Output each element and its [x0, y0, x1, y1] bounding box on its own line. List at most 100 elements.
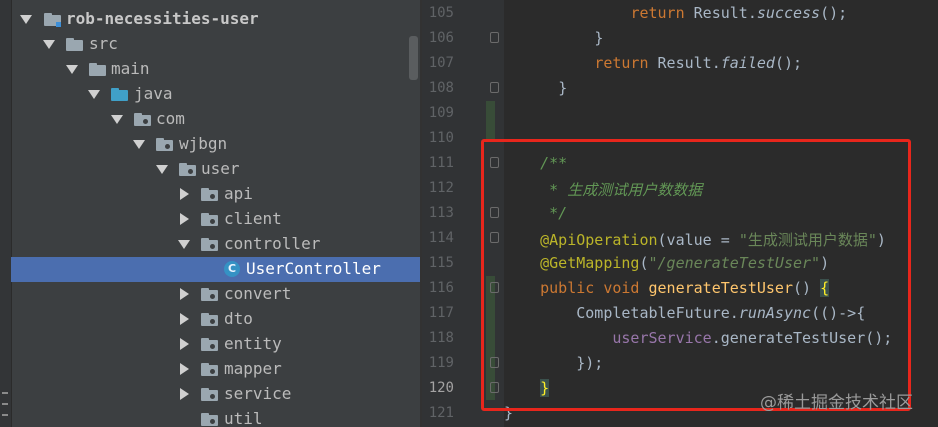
- fold-marker-icon[interactable]: [490, 82, 499, 93]
- tree-item-label: rob-necessities-user: [66, 9, 259, 28]
- tree-item-label: convert: [224, 284, 292, 303]
- tree-item-service[interactable]: service: [11, 382, 420, 407]
- tree-item-label: api: [224, 184, 253, 203]
- tree-item-entity[interactable]: entity: [11, 332, 420, 357]
- tree-item-user[interactable]: user: [11, 157, 420, 182]
- package-icon: [201, 238, 218, 251]
- code-text: ();: [774, 54, 803, 72]
- tree-item-label: client: [224, 209, 282, 228]
- tree-item-label: util: [224, 409, 263, 427]
- line-number: 121: [428, 405, 454, 421]
- tree-item-label: java: [134, 84, 173, 103]
- code-text: }: [558, 79, 568, 97]
- line-number: 118: [428, 330, 454, 346]
- code-line-105: return Result.success();: [504, 4, 847, 22]
- chevron-right-icon[interactable]: [180, 288, 189, 300]
- code-text: Result.: [648, 54, 721, 72]
- class-icon: C: [224, 261, 240, 277]
- line-number: 108: [428, 80, 454, 96]
- project-tree-panel: rob-necessities-user src main java com w…: [0, 0, 420, 427]
- chevron-right-icon[interactable]: [180, 213, 189, 225]
- package-icon: [201, 363, 218, 376]
- chevron-down-icon[interactable]: [88, 90, 100, 99]
- code-line-106: }: [504, 29, 603, 47]
- code-line-108: }: [504, 79, 567, 97]
- tree-item-java[interactable]: java: [11, 82, 420, 107]
- package-icon: [201, 338, 218, 351]
- tree-item-label: main: [111, 59, 150, 78]
- chevron-right-icon[interactable]: [180, 188, 189, 200]
- chevron-down-icon[interactable]: [20, 15, 32, 24]
- chevron-right-icon[interactable]: [180, 338, 189, 350]
- line-number: 112: [428, 180, 454, 196]
- line-number: 119: [428, 355, 454, 371]
- line-number: 110: [428, 130, 454, 146]
- tree-item-src[interactable]: src: [11, 32, 420, 57]
- chevron-down-icon[interactable]: [156, 165, 168, 174]
- tree-item-label: UserController: [246, 259, 381, 278]
- tree-item-label: wjbgn: [179, 134, 228, 153]
- fold-marker-icon[interactable]: [490, 32, 499, 43]
- tree-item-mapper[interactable]: mapper: [11, 357, 420, 382]
- folder-icon: [66, 38, 83, 51]
- keyword: return: [594, 54, 649, 72]
- vcs-change-marker[interactable]: [486, 101, 495, 139]
- tree-item-api[interactable]: api: [11, 182, 420, 207]
- package-icon: [201, 388, 218, 401]
- line-number: 113: [428, 205, 454, 221]
- tree-item-dto[interactable]: dto: [11, 307, 420, 332]
- method-name: success: [756, 4, 821, 22]
- package-icon: [201, 188, 218, 201]
- tree-item-label: user: [201, 159, 240, 178]
- strip-mark: [2, 414, 8, 416]
- tree-item-label: src: [89, 34, 118, 53]
- tree-item-rob-necessities-user[interactable]: rob-necessities-user: [11, 7, 420, 32]
- tree-item-wjbgn[interactable]: wjbgn: [11, 132, 420, 157]
- chevron-down-icon[interactable]: [178, 240, 190, 249]
- tree-item-controller[interactable]: controller: [11, 232, 420, 257]
- line-number: 117: [428, 305, 454, 321]
- tree-item-client[interactable]: client: [11, 207, 420, 232]
- highlight-box: [481, 139, 911, 411]
- tree-item-convert[interactable]: convert: [11, 282, 420, 307]
- line-number: 120: [428, 380, 454, 396]
- code-text: Result.: [684, 4, 757, 22]
- line-number: 115: [428, 255, 454, 271]
- tree-item-label: mapper: [224, 359, 282, 378]
- line-number: 109: [428, 105, 454, 121]
- folder-icon: [89, 63, 106, 76]
- chevron-right-icon[interactable]: [180, 388, 189, 400]
- package-icon: [201, 313, 218, 326]
- tree-item-usercontroller[interactable]: C UserController: [11, 257, 420, 282]
- watermark: @稀土掘金技术社区: [760, 393, 913, 413]
- line-number: 107: [428, 55, 454, 71]
- chevron-down-icon[interactable]: [43, 40, 55, 49]
- tree-scrollbar-thumb[interactable]: [409, 36, 418, 80]
- tree-item-label: controller: [224, 234, 321, 253]
- chevron-down-icon[interactable]: [66, 65, 78, 74]
- module-marker-icon: [56, 22, 61, 27]
- chevron-down-icon[interactable]: [111, 115, 123, 124]
- source-folder-icon: [111, 88, 128, 101]
- tree-item-label: com: [156, 109, 185, 128]
- chevron-right-icon[interactable]: [180, 363, 189, 375]
- code-text: }: [594, 29, 604, 47]
- code-text: ();: [820, 4, 848, 22]
- tree-item-main[interactable]: main: [11, 57, 420, 82]
- line-number: 111: [428, 155, 454, 171]
- tree-item-com[interactable]: com: [11, 107, 420, 132]
- tree-item-label: dto: [224, 309, 253, 328]
- ide-window: rob-necessities-user src main java com w…: [0, 0, 938, 427]
- tree-item-util[interactable]: util: [11, 407, 420, 427]
- strip-mark: [2, 403, 8, 405]
- method-name: failed: [720, 54, 775, 72]
- chevron-right-icon[interactable]: [180, 313, 189, 325]
- package-icon: [179, 163, 196, 176]
- package-icon: [201, 413, 218, 426]
- package-icon: [201, 213, 218, 226]
- line-number: 116: [428, 280, 454, 296]
- chevron-down-icon[interactable]: [133, 140, 145, 149]
- package-icon: [134, 113, 151, 126]
- package-icon: [156, 138, 173, 151]
- keyword: return: [630, 4, 685, 22]
